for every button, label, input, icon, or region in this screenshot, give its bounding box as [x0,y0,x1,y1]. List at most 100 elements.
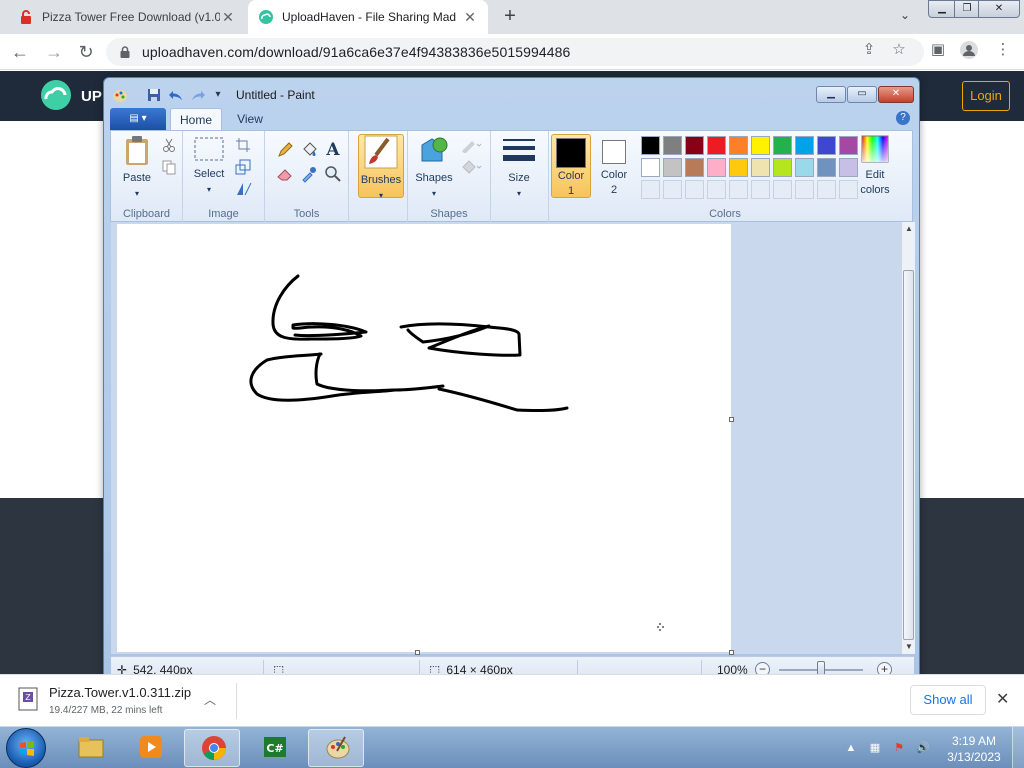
palette-swatch[interactable] [685,136,704,155]
crop-icon[interactable] [235,137,253,155]
show-all-button[interactable]: Show all [910,685,986,715]
paint-close-button[interactable]: ✕ [878,86,914,103]
back-icon[interactable]: ← [8,40,32,64]
taskbar-paint[interactable] [308,729,364,767]
taskbar-chrome[interactable] [184,729,240,767]
palette-swatch[interactable] [663,158,682,177]
outline-icon[interactable] [460,137,482,155]
side-panel-icon[interactable]: ▣ [927,40,949,62]
palette-empty-slot[interactable] [663,180,682,199]
star-icon[interactable]: ☆ [888,40,910,62]
cut-icon[interactable] [161,137,179,155]
paste-button[interactable]: Paste ▾ [117,135,157,200]
size-button[interactable]: Size ▾ [501,135,537,200]
eraser-icon[interactable] [275,164,295,184]
more-menu-icon[interactable]: ⋮ [992,40,1014,62]
close-icon[interactable]: ✕ [996,689,1009,709]
action-center-icon[interactable]: ⚑ [892,741,906,755]
resize-icon[interactable] [235,159,253,177]
palette-swatch[interactable] [641,158,660,177]
palette-swatch[interactable] [751,158,770,177]
close-icon[interactable]: ✕ [220,9,236,26]
edit-colors-button[interactable]: Edit colors [853,134,897,197]
redo-icon[interactable] [190,87,206,103]
paint-app-icon[interactable] [112,87,128,103]
palette-swatch[interactable] [817,158,836,177]
palette-empty-slot[interactable] [817,180,836,199]
palette-empty-slot[interactable] [641,180,660,199]
rotate-icon[interactable] [235,181,253,199]
taskbar-media-player[interactable] [122,729,178,767]
palette-swatch[interactable] [685,158,704,177]
canvas-resize-handle-right[interactable] [729,417,734,422]
magnifier-icon[interactable] [323,164,343,184]
select-button[interactable]: Select ▾ [189,135,229,196]
palette-swatch[interactable] [817,136,836,155]
tab-view[interactable]: View [228,108,272,130]
drawing-canvas[interactable] [117,224,731,652]
profile-avatar-icon[interactable] [958,40,980,62]
close-button[interactable]: ✕ [978,0,1020,18]
tab-pizza-tower[interactable]: Pizza Tower Free Download (v1.0 ✕ [8,0,246,34]
start-button[interactable] [6,728,46,768]
uploadhaven-logo-icon[interactable] [38,79,74,111]
paint-menu-button[interactable]: ▤ ▾ [110,108,166,130]
scroll-up-icon[interactable]: ▲ [902,222,916,236]
brushes-button[interactable]: Brushes ▾ [358,134,404,200]
chevron-up-icon[interactable]: ︿ [204,691,216,708]
fill-icon[interactable] [460,159,482,177]
login-button[interactable]: Login [962,81,1010,111]
scroll-down-icon[interactable]: ▼ [902,640,916,654]
save-icon[interactable] [146,87,162,103]
site-brand[interactable]: UP [81,88,102,105]
color-picker-icon[interactable] [299,164,319,184]
paint-minimize-button[interactable]: ▁ [816,86,846,103]
palette-swatch[interactable] [707,136,726,155]
palette-empty-slot[interactable] [751,180,770,199]
help-icon[interactable]: ? [896,111,910,125]
canvas-resize-handle-corner[interactable] [729,650,734,655]
palette-empty-slot[interactable] [795,180,814,199]
tab-home[interactable]: Home [170,108,222,130]
chevron-down-icon[interactable]: ⌄ [896,8,914,26]
shapes-button[interactable]: Shapes ▾ [414,135,454,200]
palette-swatch[interactable] [663,136,682,155]
color1-button[interactable]: Color 1 [551,134,591,198]
clock-time[interactable]: 3:19 AM [948,734,1000,748]
palette-empty-slot[interactable] [729,180,748,199]
address-bar[interactable]: uploadhaven.com/download/91a6ca6e37e4f94… [106,38,924,66]
pencil-icon[interactable] [275,140,295,160]
palette-empty-slot[interactable] [707,180,726,199]
vertical-scrollbar[interactable]: ▲ ▼ [901,222,915,654]
canvas-resize-handle-bottom[interactable] [415,650,420,655]
taskbar-csharp-app[interactable]: C# [246,729,302,767]
forward-icon[interactable]: → [42,40,66,64]
close-icon[interactable]: ✕ [462,9,478,26]
taskbar-explorer[interactable] [62,729,118,767]
palette-swatch[interactable] [729,136,748,155]
text-tool-icon[interactable]: A [323,140,343,160]
network-icon[interactable]: ▦ [868,741,882,755]
palette-swatch[interactable] [773,136,792,155]
minimize-button[interactable]: ▁ [928,0,956,18]
palette-empty-slot[interactable] [685,180,704,199]
palette-empty-slot[interactable] [773,180,792,199]
palette-swatch[interactable] [729,158,748,177]
download-filename[interactable]: Pizza.Tower.v1.0.311.zip [49,685,191,700]
tab-uploadhaven[interactable]: UploadHaven - File Sharing Mad ✕ [248,0,488,34]
palette-swatch[interactable] [795,158,814,177]
scrollbar-thumb[interactable] [903,270,914,640]
show-hidden-icons-icon[interactable]: ▲ [844,741,858,755]
palette-swatch[interactable] [773,158,792,177]
restore-button[interactable]: ❐ [954,0,980,18]
clock-date[interactable]: 3/13/2023 [946,750,1002,764]
undo-icon[interactable] [168,87,184,103]
paint-maximize-button[interactable]: ▭ [847,86,877,103]
palette-swatch[interactable] [751,136,770,155]
new-tab-button[interactable]: + [498,5,522,29]
copy-icon[interactable] [161,159,179,177]
reload-icon[interactable]: ↻ [74,40,98,64]
paint-titlebar[interactable]: ▾ Untitled - Paint ▁ ▭ ✕ [104,78,919,108]
palette-swatch[interactable] [707,158,726,177]
show-desktop-button[interactable] [1012,727,1024,768]
